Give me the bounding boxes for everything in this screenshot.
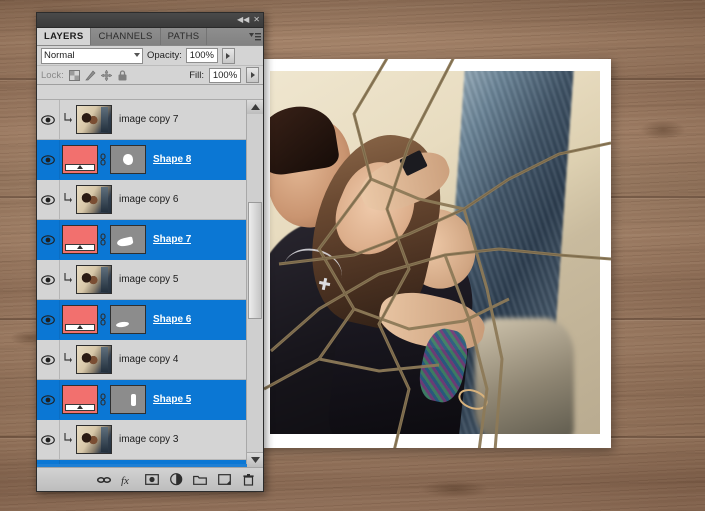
layer-row-image-copy-3[interactable]: image copy 3 (37, 420, 247, 460)
layer-visibility-eye-icon[interactable] (37, 220, 60, 259)
layer-row-image-copy-6[interactable]: image copy 6 (37, 180, 247, 220)
lock-all-icon[interactable] (117, 69, 128, 81)
layers-panel: ◀◀ ✕ LAYERS CHANNELS PATHS Normal Opacit… (36, 12, 264, 492)
adjustment-layer-icon[interactable] (169, 473, 183, 487)
layer-thumbnail[interactable] (76, 105, 112, 134)
collapse-double-arrow-icon[interactable]: ◀◀ (237, 16, 249, 24)
new-layer-icon[interactable] (217, 473, 231, 487)
add-layer-mask-icon[interactable] (145, 473, 159, 487)
layer-list: image copy 7 Shape 8 image copy 6 Shape 7 im… (37, 99, 263, 467)
lock-label: Lock: (41, 69, 64, 81)
fill-stepper[interactable] (246, 67, 259, 83)
lock-row: Lock: Fill: 100% (37, 66, 263, 85)
layer-thumbnail[interactable] (62, 145, 98, 174)
layer-row-shape-7[interactable]: Shape 7 (37, 220, 247, 260)
opacity-input[interactable]: 100% (185, 48, 218, 63)
layer-name[interactable]: Shape 8 (153, 154, 191, 165)
clipping-mask-arrow-icon (60, 352, 74, 367)
layer-visibility-eye-icon[interactable] (37, 300, 60, 339)
layer-name[interactable]: image copy 6 (119, 194, 178, 205)
layer-thumbnail[interactable] (76, 345, 112, 374)
mask-link-icon[interactable] (98, 232, 108, 247)
layer-row-shape-5[interactable]: Shape 5 (37, 380, 247, 420)
vector-mask-thumbnail[interactable] (110, 305, 146, 334)
svg-text:fx: fx (121, 475, 129, 486)
layer-styles-fx-icon[interactable]: fx (121, 473, 135, 487)
layer-row-image-copy-5[interactable]: image copy 5 (37, 260, 247, 300)
layer-name[interactable]: image copy 5 (119, 274, 178, 285)
tab-channels[interactable]: CHANNELS (91, 28, 161, 45)
tabs-filler (207, 28, 247, 45)
blend-mode-value: Normal (44, 50, 75, 61)
vector-mask-thumbnail[interactable] (110, 385, 146, 414)
layer-thumbnail[interactable] (62, 225, 98, 254)
blend-mode-select[interactable]: Normal (41, 47, 143, 64)
layer-visibility-eye-icon[interactable] (37, 100, 60, 139)
fill-input[interactable]: 100% (209, 67, 241, 83)
scene-rock-lower (474, 317, 574, 434)
link-layers-icon[interactable] (97, 473, 111, 487)
layer-list-scrollbar[interactable] (246, 100, 263, 467)
photo-print (259, 59, 611, 448)
mask-link-icon[interactable] (98, 152, 108, 167)
panel-tabs: LAYERS CHANNELS PATHS (37, 28, 263, 46)
layer-row-image-copy-7[interactable]: image copy 7 (37, 100, 247, 140)
layer-thumbnail[interactable] (62, 305, 98, 334)
layers-bottom-toolbar: fx (37, 467, 263, 491)
layer-visibility-eye-icon[interactable] (37, 140, 60, 179)
clipping-mask-arrow-icon (60, 432, 74, 447)
close-icon[interactable]: ✕ (253, 16, 260, 24)
photo-scene (270, 71, 600, 434)
scrollbar-thumb[interactable] (248, 202, 262, 320)
layer-thumbnail[interactable] (76, 425, 112, 454)
layer-visibility-eye-icon[interactable] (37, 180, 60, 219)
layer-row-shape-6[interactable]: Shape 6 (37, 300, 247, 340)
fill-label: Fill: (189, 69, 204, 81)
layer-name[interactable]: Shape 5 (153, 394, 191, 405)
clipping-mask-arrow-icon (60, 112, 74, 127)
photo-image (270, 71, 600, 434)
chevron-down-icon (134, 52, 140, 57)
vector-mask-thumbnail[interactable] (110, 145, 146, 174)
layer-name[interactable]: image copy 7 (119, 114, 178, 125)
delete-layer-icon[interactable] (241, 473, 255, 487)
blend-mode-row: Normal Opacity: 100% (37, 46, 263, 66)
layer-thumbnail[interactable] (76, 185, 112, 214)
clipping-mask-arrow-icon (60, 272, 74, 287)
layer-name[interactable]: Shape 7 (153, 234, 191, 245)
layer-row-shape-8[interactable]: Shape 8 (37, 140, 247, 180)
vector-mask-thumbnail[interactable] (110, 225, 146, 254)
layer-thumbnail[interactable] (76, 265, 112, 294)
layer-name[interactable]: image copy 4 (119, 354, 178, 365)
tab-paths[interactable]: PATHS (160, 28, 208, 45)
lock-position-icon[interactable] (100, 69, 112, 81)
new-group-icon[interactable] (193, 473, 207, 487)
opacity-stepper[interactable] (221, 47, 235, 64)
mask-link-icon[interactable] (98, 312, 108, 327)
layer-visibility-eye-icon[interactable] (37, 340, 60, 379)
mask-link-icon[interactable] (98, 392, 108, 407)
scrollbar-track[interactable] (247, 114, 263, 453)
panel-titlebar[interactable]: ◀◀ ✕ (37, 13, 263, 28)
scroll-down-arrow-icon[interactable] (247, 452, 263, 467)
layer-rows: image copy 7 Shape 8 image copy 6 Shape 7 im… (37, 100, 247, 467)
opacity-label: Opacity: (147, 50, 182, 61)
layer-row-image-copy-4[interactable]: image copy 4 (37, 340, 247, 380)
layer-name[interactable]: image copy 3 (119, 434, 178, 445)
tab-layers[interactable]: LAYERS (37, 28, 92, 45)
layer-name[interactable]: Shape 6 (153, 314, 191, 325)
layer-visibility-eye-icon[interactable] (37, 260, 60, 299)
panel-menu-icon[interactable] (247, 28, 263, 45)
lock-transparent-pixels-icon[interactable] (68, 69, 80, 81)
clipping-mask-arrow-icon (60, 192, 74, 207)
layer-visibility-eye-icon[interactable] (37, 420, 60, 459)
layer-thumbnail[interactable] (62, 385, 98, 414)
layer-visibility-eye-icon[interactable] (37, 380, 60, 419)
scroll-up-arrow-icon[interactable] (247, 100, 263, 115)
lock-image-pixels-icon[interactable] (85, 69, 96, 81)
